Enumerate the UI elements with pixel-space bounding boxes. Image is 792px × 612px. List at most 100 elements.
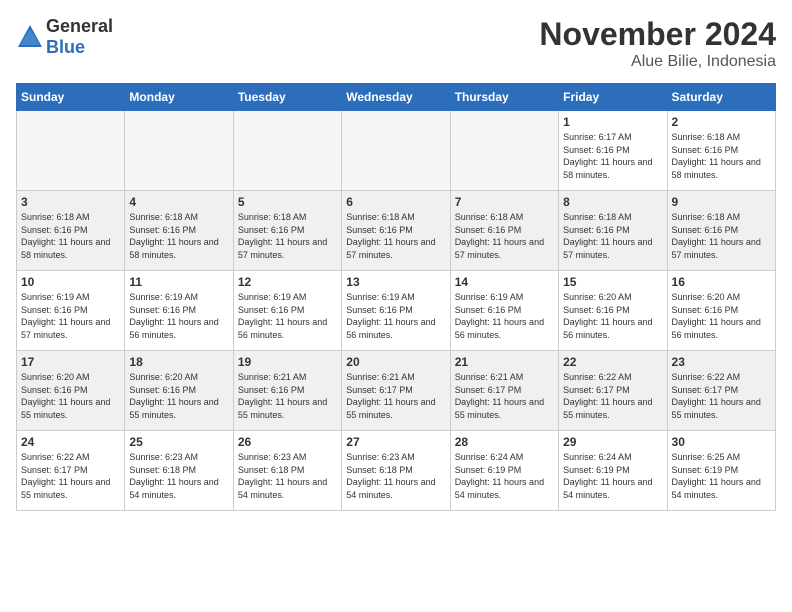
day-info: Sunrise: 6:22 AM Sunset: 6:17 PM Dayligh…: [672, 371, 771, 421]
calendar-cell: 20 Sunrise: 6:21 AM Sunset: 6:17 PM Dayli…: [342, 351, 450, 431]
day-number: 17: [21, 355, 120, 369]
col-wednesday: Wednesday: [342, 84, 450, 111]
calendar-week-2: 3Sunrise: 6:18 AM Sunset: 6:16 PM Daylig…: [17, 191, 776, 271]
day-info: Sunrise: 6:18 AM Sunset: 6:16 PM Dayligh…: [346, 211, 445, 261]
calendar-cell: 16 Sunrise: 6:20 AM Sunset: 6:16 PM Dayli…: [667, 271, 775, 351]
calendar-cell: 11Sunrise: 6:19 AM Sunset: 6:16 PM Dayli…: [125, 271, 233, 351]
day-info: Sunrise: 6:21 AM Sunset: 6:17 PM Dayligh…: [346, 371, 445, 421]
col-monday: Monday: [125, 84, 233, 111]
day-number: 14: [455, 275, 554, 289]
calendar-cell: 7Sunrise: 6:18 AM Sunset: 6:16 PM Daylig…: [450, 191, 558, 271]
calendar-cell: 9 Sunrise: 6:18 AM Sunset: 6:16 PM Daylig…: [667, 191, 775, 271]
day-number: 25: [129, 435, 228, 449]
calendar-week-4: 17 Sunrise: 6:20 AM Sunset: 6:16 PM Dayli…: [17, 351, 776, 431]
day-number: 13: [346, 275, 445, 289]
calendar-cell: 21 Sunrise: 6:21 AM Sunset: 6:17 PM Dayli…: [450, 351, 558, 431]
calendar-cell: [342, 111, 450, 191]
header-row: Sunday Monday Tuesday Wednesday Thursday…: [17, 84, 776, 111]
day-info: Sunrise: 6:20 AM Sunset: 6:16 PM Dayligh…: [129, 371, 228, 421]
calendar-cell: 27 Sunrise: 6:23 AM Sunset: 6:18 PM Dayli…: [342, 431, 450, 511]
day-number: 30: [672, 435, 771, 449]
day-info: Sunrise: 6:20 AM Sunset: 6:16 PM Dayligh…: [563, 291, 662, 341]
day-number: 19: [238, 355, 337, 369]
day-number: 1: [563, 115, 662, 129]
calendar-week-3: 10 Sunrise: 6:19 AM Sunset: 6:16 PM Dayli…: [17, 271, 776, 351]
day-info: Sunrise: 6:22 AM Sunset: 6:17 PM Dayligh…: [21, 451, 120, 501]
calendar-cell: [450, 111, 558, 191]
day-number: 23: [672, 355, 771, 369]
calendar-cell: 5Sunrise: 6:18 AM Sunset: 6:16 PM Daylig…: [233, 191, 341, 271]
day-info: Sunrise: 6:19 AM Sunset: 6:16 PM Dayligh…: [346, 291, 445, 341]
day-number: 28: [455, 435, 554, 449]
day-number: 12: [238, 275, 337, 289]
calendar-table: Sunday Monday Tuesday Wednesday Thursday…: [16, 83, 776, 511]
day-number: 16: [672, 275, 771, 289]
day-number: 26: [238, 435, 337, 449]
col-thursday: Thursday: [450, 84, 558, 111]
day-info: Sunrise: 6:25 AM Sunset: 6:19 PM Dayligh…: [672, 451, 771, 501]
day-info: Sunrise: 6:18 AM Sunset: 6:16 PM Dayligh…: [672, 211, 771, 261]
logo-general: General: [46, 16, 113, 36]
col-tuesday: Tuesday: [233, 84, 341, 111]
day-info: Sunrise: 6:21 AM Sunset: 6:16 PM Dayligh…: [238, 371, 337, 421]
day-number: 2: [672, 115, 771, 129]
col-sunday: Sunday: [17, 84, 125, 111]
day-info: Sunrise: 6:17 AM Sunset: 6:16 PM Dayligh…: [563, 131, 662, 181]
day-number: 20: [346, 355, 445, 369]
month-title: November 2024: [539, 16, 776, 53]
day-info: Sunrise: 6:22 AM Sunset: 6:17 PM Dayligh…: [563, 371, 662, 421]
day-info: Sunrise: 6:24 AM Sunset: 6:19 PM Dayligh…: [563, 451, 662, 501]
day-number: 15: [563, 275, 662, 289]
calendar-cell: 1 Sunrise: 6:17 AM Sunset: 6:16 PM Daylig…: [559, 111, 667, 191]
day-number: 22: [563, 355, 662, 369]
calendar-cell: 8Sunrise: 6:18 AM Sunset: 6:16 PM Daylig…: [559, 191, 667, 271]
day-number: 27: [346, 435, 445, 449]
calendar-cell: 10 Sunrise: 6:19 AM Sunset: 6:16 PM Dayli…: [17, 271, 125, 351]
day-number: 11: [129, 275, 228, 289]
calendar-cell: 6 Sunrise: 6:18 AM Sunset: 6:16 PM Daylig…: [342, 191, 450, 271]
calendar-cell: [125, 111, 233, 191]
day-info: Sunrise: 6:21 AM Sunset: 6:17 PM Dayligh…: [455, 371, 554, 421]
calendar-cell: 23 Sunrise: 6:22 AM Sunset: 6:17 PM Dayli…: [667, 351, 775, 431]
day-info: Sunrise: 6:20 AM Sunset: 6:16 PM Dayligh…: [21, 371, 120, 421]
day-number: 29: [563, 435, 662, 449]
calendar-cell: 24 Sunrise: 6:22 AM Sunset: 6:17 PM Dayli…: [17, 431, 125, 511]
day-number: 4: [129, 195, 228, 209]
logo-text: General Blue: [46, 16, 113, 58]
logo-icon: [16, 23, 44, 51]
day-info: Sunrise: 6:19 AM Sunset: 6:16 PM Dayligh…: [21, 291, 120, 341]
day-info: Sunrise: 6:18 AM Sunset: 6:16 PM Dayligh…: [672, 131, 771, 181]
day-info: Sunrise: 6:18 AM Sunset: 6:16 PM Dayligh…: [238, 211, 337, 261]
header: General Blue November 2024 Alue Bilie, I…: [16, 16, 776, 71]
day-number: 7: [455, 195, 554, 209]
logo-blue: Blue: [46, 37, 85, 57]
calendar-cell: 28Sunrise: 6:24 AM Sunset: 6:19 PM Dayli…: [450, 431, 558, 511]
calendar-cell: 26 Sunrise: 6:23 AM Sunset: 6:18 PM Dayli…: [233, 431, 341, 511]
title-area: November 2024 Alue Bilie, Indonesia: [539, 16, 776, 71]
col-saturday: Saturday: [667, 84, 775, 111]
day-number: 6: [346, 195, 445, 209]
calendar-cell: 30 Sunrise: 6:25 AM Sunset: 6:19 PM Dayli…: [667, 431, 775, 511]
day-info: Sunrise: 6:20 AM Sunset: 6:16 PM Dayligh…: [672, 291, 771, 341]
day-info: Sunrise: 6:23 AM Sunset: 6:18 PM Dayligh…: [129, 451, 228, 501]
calendar-cell: 12Sunrise: 6:19 AM Sunset: 6:16 PM Dayli…: [233, 271, 341, 351]
day-info: Sunrise: 6:23 AM Sunset: 6:18 PM Dayligh…: [346, 451, 445, 501]
calendar-cell: 3Sunrise: 6:18 AM Sunset: 6:16 PM Daylig…: [17, 191, 125, 271]
calendar-cell: 22 Sunrise: 6:22 AM Sunset: 6:17 PM Dayli…: [559, 351, 667, 431]
calendar-cell: 19 Sunrise: 6:21 AM Sunset: 6:16 PM Dayli…: [233, 351, 341, 431]
day-number: 9: [672, 195, 771, 209]
calendar-cell: 13 Sunrise: 6:19 AM Sunset: 6:16 PM Dayli…: [342, 271, 450, 351]
day-info: Sunrise: 6:18 AM Sunset: 6:16 PM Dayligh…: [129, 211, 228, 261]
day-info: Sunrise: 6:23 AM Sunset: 6:18 PM Dayligh…: [238, 451, 337, 501]
col-friday: Friday: [559, 84, 667, 111]
location-subtitle: Alue Bilie, Indonesia: [539, 53, 776, 71]
calendar-week-1: 1 Sunrise: 6:17 AM Sunset: 6:16 PM Daylig…: [17, 111, 776, 191]
calendar-cell: 14 Sunrise: 6:19 AM Sunset: 6:16 PM Dayli…: [450, 271, 558, 351]
day-number: 21: [455, 355, 554, 369]
day-number: 10: [21, 275, 120, 289]
calendar-cell: 2 Sunrise: 6:18 AM Sunset: 6:16 PM Daylig…: [667, 111, 775, 191]
day-info: Sunrise: 6:19 AM Sunset: 6:16 PM Dayligh…: [455, 291, 554, 341]
calendar-cell: 4 Sunrise: 6:18 AM Sunset: 6:16 PM Daylig…: [125, 191, 233, 271]
calendar-cell: 25 Sunrise: 6:23 AM Sunset: 6:18 PM Dayli…: [125, 431, 233, 511]
day-number: 24: [21, 435, 120, 449]
